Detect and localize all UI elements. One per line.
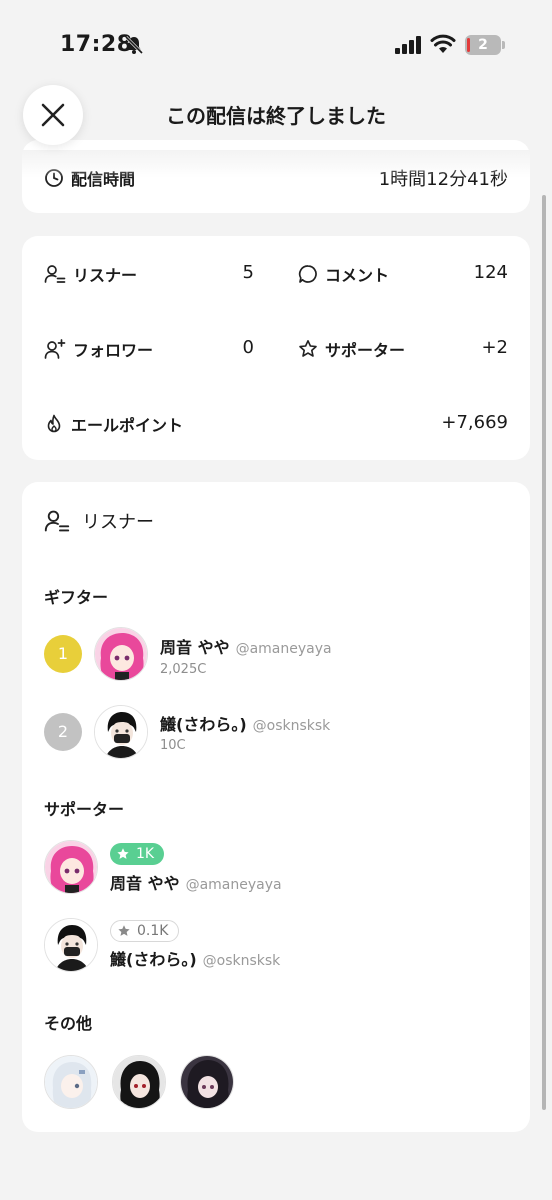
scrollbar[interactable] bbox=[542, 195, 546, 1110]
rank-badge: 1 bbox=[44, 635, 82, 673]
user-handle: @osknsksk bbox=[252, 718, 331, 734]
star-icon bbox=[118, 925, 130, 936]
listeners-card-header: リスナー bbox=[44, 508, 154, 534]
listeners-card-title: リスナー bbox=[82, 512, 154, 533]
supporter-name: 鱶(さわら。) @osknsksk bbox=[110, 946, 280, 970]
user-handle: @amaneyaya bbox=[235, 641, 332, 657]
signal-icon bbox=[395, 36, 421, 54]
supporters-label: サポーター bbox=[325, 341, 406, 360]
stat-supporters: サポーター bbox=[298, 337, 405, 361]
followers-label: フォロワー bbox=[73, 341, 154, 360]
supporter-name: 周音 やや @amaneyaya bbox=[110, 870, 282, 894]
header-fade bbox=[0, 150, 552, 178]
user-name: 周音 やや bbox=[110, 874, 180, 893]
listener-icon bbox=[44, 510, 70, 532]
avatar[interactable] bbox=[180, 1055, 234, 1109]
avatar[interactable] bbox=[44, 1055, 98, 1109]
star-icon bbox=[299, 340, 317, 357]
add-follower-icon bbox=[44, 339, 66, 359]
user-name: 周音 やや bbox=[160, 638, 230, 657]
stat-yell-points: エールポイント bbox=[44, 412, 183, 436]
others-section-title: その他 bbox=[44, 1014, 93, 1033]
status-bar: 17:28 2 bbox=[0, 0, 552, 90]
user-handle: @amaneyaya bbox=[185, 877, 282, 893]
battery-icon: 2 bbox=[465, 35, 505, 55]
avatar[interactable] bbox=[44, 918, 98, 972]
listeners-value: 5 bbox=[242, 262, 254, 283]
flame-icon bbox=[47, 414, 61, 433]
comments-label: コメント bbox=[325, 266, 390, 285]
avatar[interactable] bbox=[44, 840, 98, 894]
battery-level: 2 bbox=[478, 37, 488, 53]
yell-points-value: +7,669 bbox=[441, 412, 508, 433]
gifter-name: 周音 やや @amaneyaya bbox=[160, 634, 332, 658]
rank-badge: 2 bbox=[44, 713, 82, 751]
gifter-name: 鱶(さわら。) @osknsksk bbox=[160, 711, 330, 735]
badge-value: 0.1K bbox=[137, 923, 169, 939]
gift-amount: 10C bbox=[160, 738, 186, 753]
comments-value: 124 bbox=[473, 262, 508, 283]
avatar[interactable] bbox=[112, 1055, 166, 1109]
gifters-section-title: ギフター bbox=[44, 588, 109, 607]
stat-comments: コメント bbox=[298, 262, 389, 286]
bell-off-icon bbox=[124, 35, 144, 55]
close-button[interactable] bbox=[23, 85, 83, 145]
listeners-label: リスナー bbox=[73, 266, 138, 285]
avatar[interactable] bbox=[94, 705, 148, 759]
listener-icon bbox=[44, 265, 66, 283]
avatar[interactable] bbox=[94, 627, 148, 681]
stat-listeners: リスナー bbox=[44, 262, 137, 286]
stat-followers: フォロワー bbox=[44, 337, 153, 361]
status-time: 17:28 bbox=[60, 32, 133, 57]
user-handle: @osknsksk bbox=[202, 953, 281, 969]
supporter-badge: 1K bbox=[110, 843, 165, 865]
user-name: 鱶(さわら。) bbox=[110, 950, 197, 969]
yell-points-label: エールポイント bbox=[71, 416, 184, 435]
gift-amount: 2,025C bbox=[160, 662, 207, 677]
supporter-badge: 0.1K bbox=[110, 920, 180, 942]
supporters-section-title: サポーター bbox=[44, 800, 125, 819]
stats-card: リスナー 5 コメント 124 フォロワー 0 サポーター +2 エールポイント… bbox=[22, 236, 530, 460]
listeners-card: リスナー ギフター 1 周音 やや @amaneyaya 2,025C 2 鱶(… bbox=[22, 482, 530, 1132]
wifi-icon bbox=[430, 34, 456, 53]
close-icon bbox=[41, 103, 65, 127]
comment-icon bbox=[298, 265, 317, 283]
star-icon bbox=[117, 848, 129, 859]
user-name: 鱶(さわら。) bbox=[160, 715, 247, 734]
badge-value: 1K bbox=[136, 846, 155, 862]
supporters-value: +2 bbox=[481, 337, 508, 358]
followers-value: 0 bbox=[242, 337, 254, 358]
